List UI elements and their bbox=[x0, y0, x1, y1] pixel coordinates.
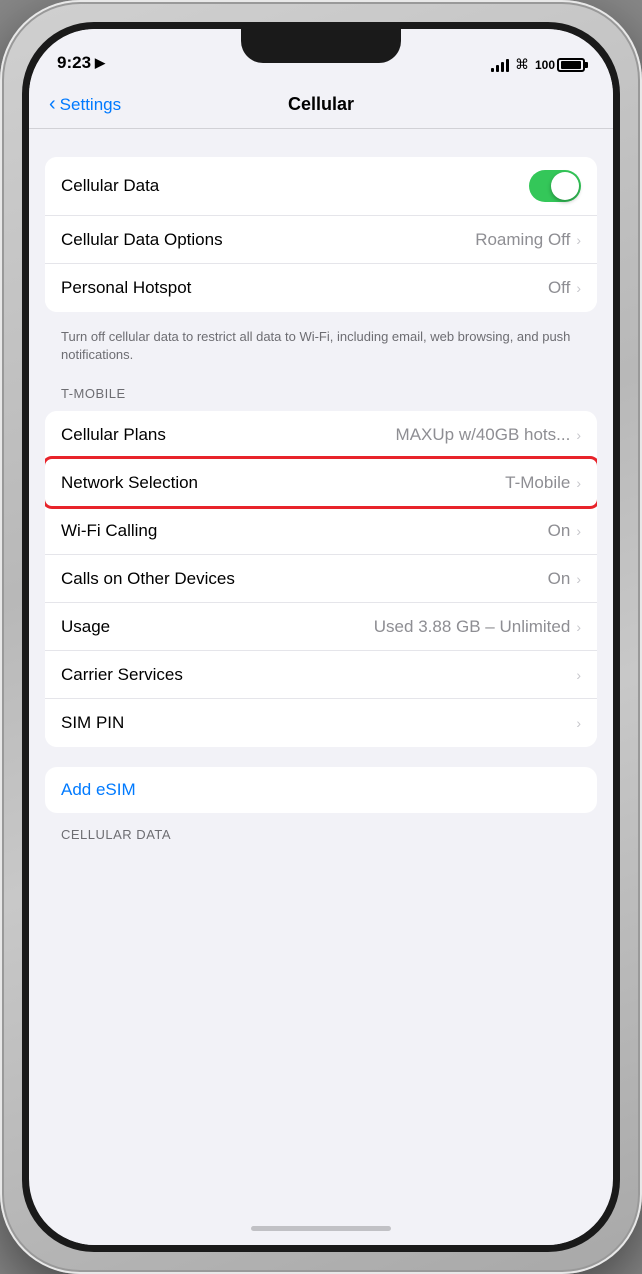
phone-inner: 9:23 ▶ ⌘ 100 bbox=[22, 22, 620, 1252]
toggle-thumb bbox=[551, 172, 579, 200]
status-time: 9:23 ▶ bbox=[57, 53, 105, 73]
cellular-plans-value: MAXUp w/40GB hots... bbox=[396, 425, 571, 445]
signal-bar-4 bbox=[506, 59, 509, 72]
page-title: Cellular bbox=[288, 94, 354, 115]
usage-row[interactable]: Usage Used 3.88 GB – Unlimited › bbox=[45, 603, 597, 651]
add-esim-label: Add eSIM bbox=[61, 780, 136, 800]
cellular-description: Turn off cellular data to restrict all d… bbox=[29, 320, 613, 380]
chevron-icon-5: › bbox=[576, 523, 581, 539]
calls-other-devices-row[interactable]: Calls on Other Devices On › bbox=[45, 555, 597, 603]
cellular-plans-right: MAXUp w/40GB hots... › bbox=[396, 425, 581, 445]
cellular-data-options-row[interactable]: Cellular Data Options Roaming Off › bbox=[45, 216, 597, 264]
wifi-calling-row[interactable]: Wi-Fi Calling On › bbox=[45, 507, 597, 555]
network-selection-row[interactable]: Network Selection T-Mobile › bbox=[45, 459, 597, 507]
signal-bar-3 bbox=[501, 62, 504, 72]
cellular-data-group: Cellular Data Cellular Data Options Roam… bbox=[45, 157, 597, 312]
home-indicator[interactable] bbox=[29, 1211, 613, 1245]
content-area: Cellular Data Cellular Data Options Roam… bbox=[29, 129, 613, 1211]
wifi-calling-value: On bbox=[548, 521, 571, 541]
home-bar bbox=[251, 1226, 391, 1231]
spacer-top bbox=[29, 145, 613, 157]
cellular-data-options-label: Cellular Data Options bbox=[61, 230, 223, 250]
esim-group: Add eSIM bbox=[45, 767, 597, 813]
tmobile-section-header: T-MOBILE bbox=[29, 380, 613, 407]
battery-icon bbox=[557, 58, 585, 72]
signal-bar-1 bbox=[491, 68, 494, 72]
network-selection-value: T-Mobile bbox=[505, 473, 570, 493]
chevron-icon-3: › bbox=[576, 427, 581, 443]
back-label: Settings bbox=[60, 95, 121, 115]
usage-right: Used 3.88 GB – Unlimited › bbox=[374, 617, 581, 637]
chevron-icon-2: › bbox=[576, 280, 581, 296]
wifi-calling-label: Wi-Fi Calling bbox=[61, 521, 157, 541]
chevron-icon-6: › bbox=[576, 571, 581, 587]
wifi-calling-right: On › bbox=[548, 521, 581, 541]
network-selection-right: T-Mobile › bbox=[505, 473, 581, 493]
nav-bar: ‹ Settings Cellular bbox=[29, 81, 613, 129]
phone-frame: 9:23 ▶ ⌘ 100 bbox=[0, 0, 642, 1274]
cellular-plans-label: Cellular Plans bbox=[61, 425, 166, 445]
cellular-data-section-header: CELLULAR DATA bbox=[29, 821, 613, 848]
personal-hotspot-label: Personal Hotspot bbox=[61, 278, 191, 298]
personal-hotspot-row[interactable]: Personal Hotspot Off › bbox=[45, 264, 597, 312]
wifi-icon: ⌘ bbox=[515, 56, 529, 73]
spacer-mid bbox=[29, 755, 613, 767]
battery-container: 100 bbox=[535, 58, 585, 72]
carrier-services-row[interactable]: Carrier Services › bbox=[45, 651, 597, 699]
location-icon: ▶ bbox=[95, 55, 105, 71]
cellular-data-options-right: Roaming Off › bbox=[475, 230, 581, 250]
network-selection-label: Network Selection bbox=[61, 473, 198, 493]
chevron-icon-7: › bbox=[576, 619, 581, 635]
cellular-data-row[interactable]: Cellular Data bbox=[45, 157, 597, 216]
time-display: 9:23 bbox=[57, 53, 91, 73]
sim-pin-row[interactable]: SIM PIN › bbox=[45, 699, 597, 747]
calls-other-devices-value: On bbox=[548, 569, 571, 589]
carrier-services-right: › bbox=[576, 667, 581, 683]
personal-hotspot-value: Off bbox=[548, 278, 570, 298]
carrier-services-label: Carrier Services bbox=[61, 665, 183, 685]
calls-other-devices-right: On › bbox=[548, 569, 581, 589]
usage-label: Usage bbox=[61, 617, 110, 637]
cellular-data-options-value: Roaming Off bbox=[475, 230, 570, 250]
tmobile-group: Cellular Plans MAXUp w/40GB hots... › Ne… bbox=[45, 411, 597, 747]
personal-hotspot-right: Off › bbox=[548, 278, 581, 298]
status-icons: ⌘ 100 bbox=[491, 56, 585, 73]
cellular-data-label: Cellular Data bbox=[61, 176, 159, 196]
chevron-left-icon: ‹ bbox=[49, 93, 56, 116]
calls-other-devices-label: Calls on Other Devices bbox=[61, 569, 235, 589]
battery-percent: 100 bbox=[535, 58, 555, 72]
sim-pin-label: SIM PIN bbox=[61, 713, 124, 733]
sim-pin-right: › bbox=[576, 715, 581, 731]
back-button[interactable]: ‹ Settings bbox=[49, 93, 121, 116]
battery-tip bbox=[585, 62, 588, 68]
chevron-icon-8: › bbox=[576, 667, 581, 683]
signal-bar-2 bbox=[496, 65, 499, 72]
chevron-icon-9: › bbox=[576, 715, 581, 731]
signal-bars bbox=[491, 58, 509, 72]
add-esim-row[interactable]: Add eSIM bbox=[45, 767, 597, 813]
cellular-data-toggle[interactable] bbox=[529, 170, 581, 202]
screen: 9:23 ▶ ⌘ 100 bbox=[29, 29, 613, 1245]
chevron-icon: › bbox=[576, 232, 581, 248]
battery-fill bbox=[561, 61, 581, 69]
notch bbox=[241, 29, 401, 63]
usage-value: Used 3.88 GB – Unlimited bbox=[374, 617, 571, 637]
chevron-icon-4: › bbox=[576, 475, 581, 491]
cellular-plans-row[interactable]: Cellular Plans MAXUp w/40GB hots... › bbox=[45, 411, 597, 459]
